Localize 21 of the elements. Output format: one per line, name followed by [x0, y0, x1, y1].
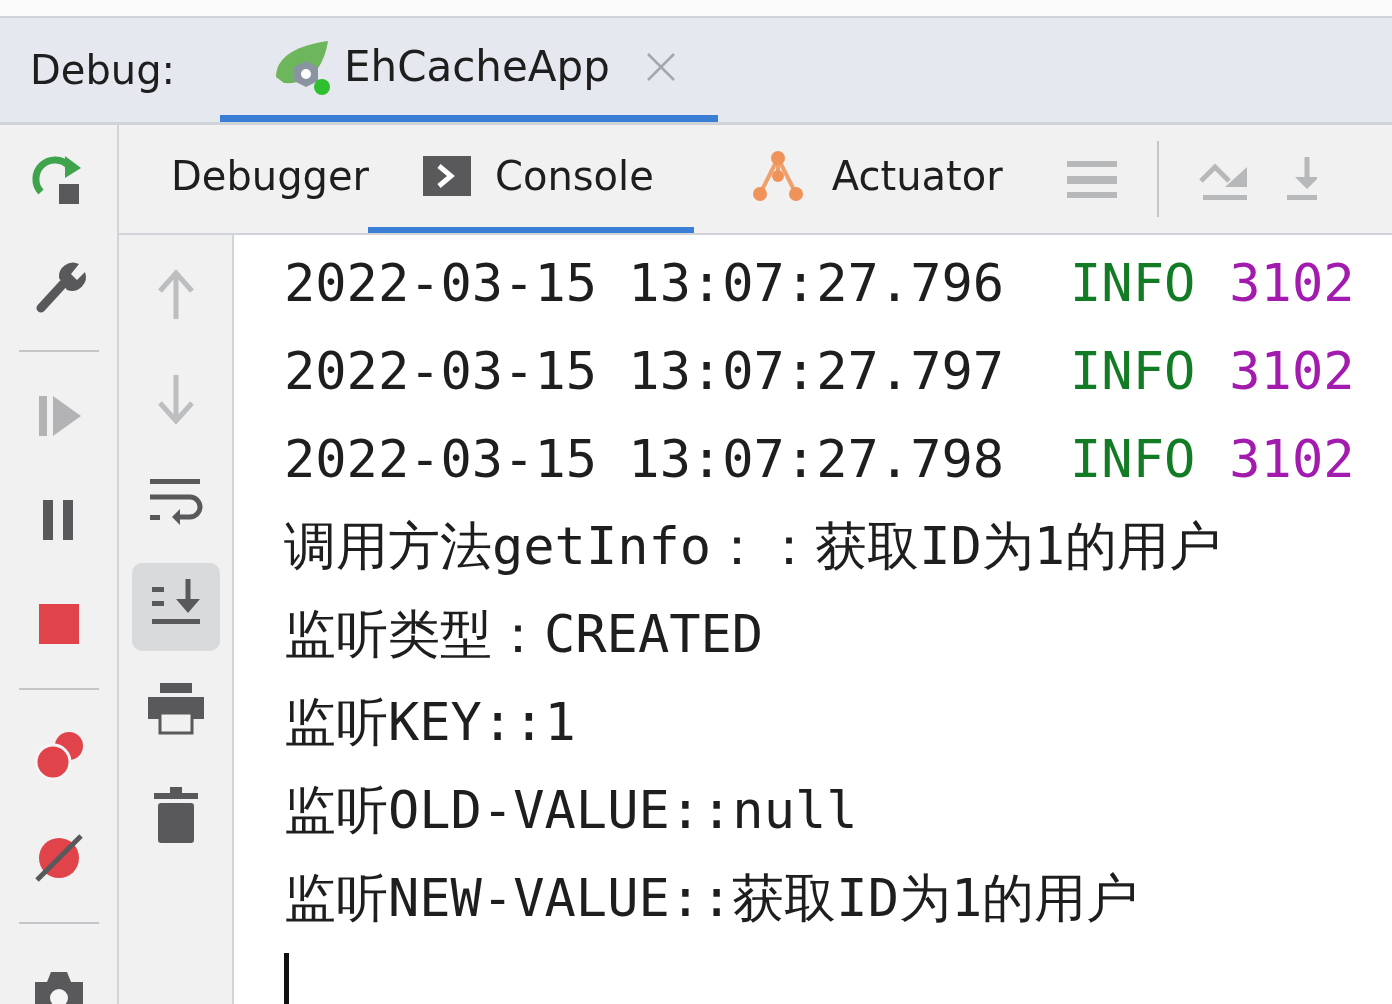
- scroll-to-end-icon[interactable]: [131, 563, 220, 651]
- text-cursor: [284, 953, 289, 1004]
- console-output-line: 调用方法getInfo：：获取ID为1的用户: [284, 515, 1222, 578]
- console-icon: [423, 156, 471, 196]
- log-timestamp: 2022-03-15 13:07:27.796: [284, 253, 1005, 313]
- run-tab[interactable]: EhCacheApp: [220, 18, 718, 122]
- console-output-line: 监听OLD-VALUE::null: [284, 779, 858, 842]
- process-id: 3102: [1229, 341, 1355, 401]
- log-level: INFO: [1070, 341, 1196, 401]
- log-level: INFO: [1070, 253, 1196, 313]
- process-id: 3102: [1229, 253, 1355, 313]
- console-output-line: 监听类型：CREATED: [284, 603, 764, 666]
- tool-tab[interactable]: Actuator: [747, 125, 1003, 233]
- log-timestamp: 2022-03-15 13:07:27.798: [284, 429, 1005, 489]
- console-output-line: 监听KEY::1: [284, 691, 576, 754]
- tool-tab[interactable]: Debugger: [171, 125, 369, 233]
- console-output-line: 监听NEW-VALUE::获取ID为1的用户: [284, 867, 1139, 930]
- panel-title: Debug:: [30, 47, 177, 93]
- process-id: 3102: [1229, 429, 1355, 489]
- log-timestamp: 2022-03-15 13:07:27.797: [284, 341, 1005, 401]
- log-level: INFO: [1070, 429, 1196, 489]
